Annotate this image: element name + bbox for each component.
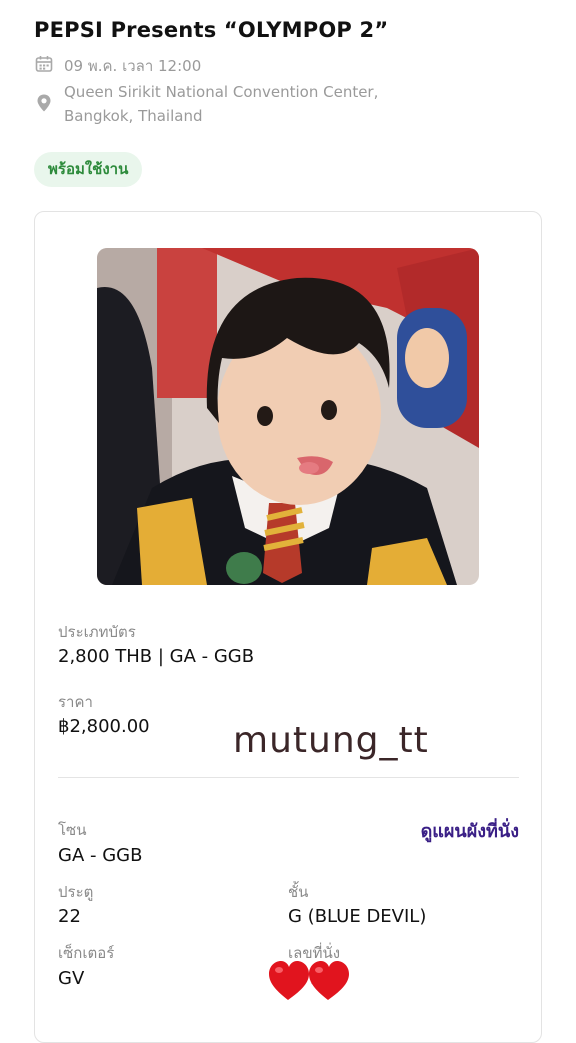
event-date-row: 09 พ.ค. เวลา 12:00 [34, 54, 201, 78]
zone-value: GA - GGB [58, 845, 143, 866]
event-title: PEPSI Presents “OLYMPOP 2” [34, 18, 389, 42]
zone-label: โซน [58, 821, 87, 839]
ticket-card: ประเภทบัตร 2,800 THB | GA - GGB ราคา ฿2,… [34, 211, 542, 1043]
event-venue-row: Queen Sirikit National Convention Center… [34, 80, 378, 128]
watermark-text: mutung_tt [233, 720, 429, 761]
sector-label: เซ็กเตอร์ [58, 944, 115, 962]
seat-cover-hearts [268, 960, 350, 1002]
location-pin-icon [34, 93, 54, 113]
ticket-photo [97, 248, 479, 585]
sector-value: GV [58, 968, 85, 989]
event-date: 09 พ.ค. เวลา 12:00 [64, 57, 202, 75]
status-badge: พร้อมใช้งาน [34, 152, 143, 187]
venue-line-2: Bangkok, Thailand [64, 107, 203, 125]
ticket-type-value: 2,800 THB | GA - GGB [58, 646, 255, 667]
ticket-type-label: ประเภทบัตร [58, 623, 136, 641]
heart-icon [269, 961, 349, 1000]
section-divider [58, 777, 519, 778]
gate-value: 22 [58, 906, 81, 927]
price-value: ฿2,800.00 [58, 716, 150, 737]
floor-label: ชั้น [288, 883, 309, 901]
seat-map-link[interactable]: ดูแผนผังที่นั่ง [421, 816, 519, 845]
event-venue: Queen Sirikit National Convention Center… [64, 80, 378, 128]
venue-line-1: Queen Sirikit National Convention Center… [64, 83, 379, 101]
floor-value: G (BLUE DEVIL) [288, 906, 427, 927]
price-label: ราคา [58, 693, 93, 711]
gate-label: ประตู [58, 883, 94, 901]
calendar-icon [34, 54, 54, 74]
